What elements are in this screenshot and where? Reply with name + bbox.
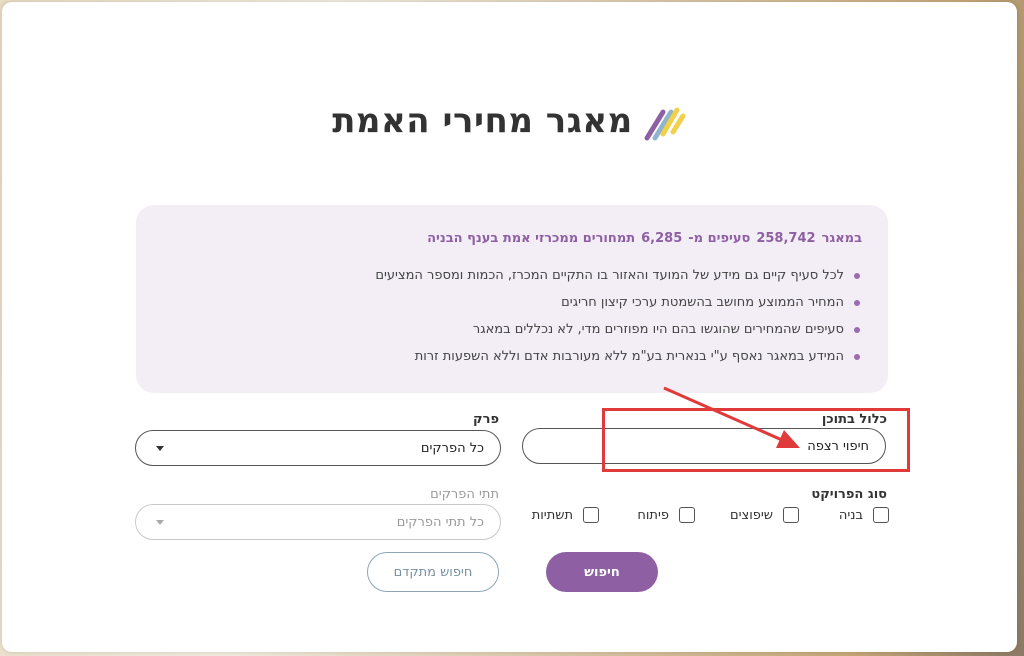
summary-prefix: במאגר (821, 231, 862, 246)
chapter-select-value: כל הפרקים (420, 440, 484, 456)
checkbox-construction[interactable]: בניה (839, 507, 889, 523)
info-bullet: המידע במאגר נאסף ע"י בנארית בע"מ ללא מעו… (162, 343, 862, 370)
logo-icon (644, 107, 686, 141)
chapter-label: פרק (473, 412, 499, 427)
page-title: מאגר מחירי האמת (332, 101, 633, 141)
summary-items-text: סעיפים מ- (688, 231, 751, 246)
info-bullet: המחיר הממוצע מחושב בהשמטת ערכי קיצון חרי… (162, 289, 862, 316)
subchapter-select-value: כל תתי הפרקים (396, 514, 484, 530)
search-button[interactable]: חיפוש (546, 552, 658, 592)
checkbox-box[interactable] (583, 507, 599, 523)
checkbox-box[interactable] (679, 507, 695, 523)
subchapter-select[interactable]: כל תתי הפרקים (135, 504, 501, 540)
info-bullets: לכל סעיף קיים גם מידע של המועד והאזור בו… (162, 262, 862, 370)
summary-tenders-text: תמחורים ממכרזי אמת בענף הבניה (427, 231, 636, 246)
page-header: מאגר מחירי האמת (2, 98, 1017, 144)
checkbox-label: פיתוח (637, 507, 669, 523)
checkbox-renovations[interactable]: שיפוצים (730, 507, 799, 523)
advanced-search-button[interactable]: חיפוש מתקדם (367, 552, 499, 592)
database-summary: במאגר 258,742 סעיפים מ- 6,285 תמחורים ממכרזי… (162, 231, 862, 246)
summary-tenders-count: 6,285 (641, 231, 683, 246)
main-card: מאגר מחירי האמת במאגר 258,742 סעיפים מ- 6,2… (2, 2, 1017, 652)
checkbox-infrastructure[interactable]: תשתיות (532, 507, 599, 523)
chapter-select[interactable]: כל הפרקים (135, 430, 501, 466)
annotation-highlight-box (602, 408, 910, 472)
checkbox-label: בניה (838, 507, 863, 523)
subchapter-label: תתי הפרקים (430, 487, 499, 502)
checkbox-box[interactable] (783, 507, 799, 523)
summary-items-count: 258,742 (756, 231, 816, 246)
checkbox-label: שיפוצים (729, 507, 773, 523)
info-bullet: לכל סעיף קיים גם מידע של המועד והאזור בו… (162, 262, 862, 289)
project-type-label: סוג הפרויקט (811, 487, 887, 502)
checkbox-box[interactable] (873, 507, 889, 523)
chevron-down-icon (156, 520, 164, 525)
chevron-down-icon (156, 446, 164, 451)
info-bullet: סעיפים שהמחירים שהוגשו בהם היו מפוזרים מ… (162, 316, 862, 343)
checkbox-development[interactable]: פיתוח (637, 507, 695, 523)
info-box: במאגר 258,742 סעיפים מ- 6,285 תמחורים ממכרזי… (136, 205, 888, 393)
checkbox-label: תשתיות (531, 507, 573, 523)
